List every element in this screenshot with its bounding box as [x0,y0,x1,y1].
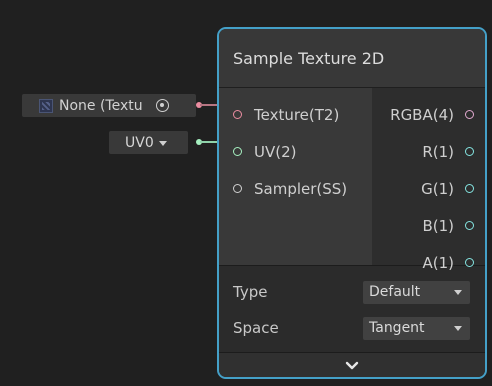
sample-texture-2d-node[interactable]: Sample Texture 2D Texture(T2) UV(2) Samp… [217,27,487,379]
output-port-a[interactable]: A(1) [372,244,485,281]
port-label: A(1) [422,253,454,272]
texture-value: None (Textu [59,97,143,114]
output-port-g[interactable]: G(1) [372,170,485,207]
port-connector-icon[interactable] [233,110,242,119]
port-connector-icon[interactable] [233,184,242,193]
output-port-b[interactable]: B(1) [372,207,485,244]
texture-input-field[interactable]: None (Textu [22,94,196,117]
port-label: RGBA(4) [390,105,454,124]
dropdown-arrow-icon [454,290,462,295]
space-label: Space [233,319,279,337]
texture-icon [39,98,53,113]
port-label: Texture(T2) [254,105,340,124]
port-label: R(1) [422,142,454,161]
input-port-texture[interactable]: Texture(T2) [219,96,372,133]
port-connector-icon[interactable] [233,147,242,156]
space-dropdown[interactable]: Tangent [363,316,470,340]
uv-channel-dropdown[interactable]: UV0 [109,131,188,154]
port-label: G(1) [421,179,454,198]
object-picker-button[interactable] [151,97,173,114]
chevron-down-icon [345,361,359,369]
output-port-rgba[interactable]: RGBA(4) [372,96,485,133]
port-connector-icon[interactable] [465,147,474,156]
space-row: Space Tangent [219,310,485,346]
object-picker-icon [155,99,169,112]
port-label: B(1) [422,216,454,235]
input-ports: Texture(T2) UV(2) Sampler(SS) [219,88,372,265]
collapse-preview-button[interactable] [219,352,485,377]
node-title[interactable]: Sample Texture 2D [219,29,485,87]
port-connector-icon[interactable] [465,184,474,193]
port-label: Sampler(SS) [254,179,348,198]
output-port-r[interactable]: R(1) [372,133,485,170]
input-port-sampler[interactable]: Sampler(SS) [219,170,372,207]
uv-channel-value: UV0 [125,134,154,151]
port-connector-icon[interactable] [465,110,474,119]
space-value: Tangent [369,320,425,336]
dropdown-arrow-icon [158,140,167,146]
type-value: Default [369,284,421,300]
port-connector-icon[interactable] [465,221,474,230]
node-ports: Texture(T2) UV(2) Sampler(SS) RGBA(4) R(… [219,87,485,272]
input-port-uv[interactable]: UV(2) [219,133,372,170]
type-label: Type [233,283,268,301]
dropdown-arrow-icon [454,326,462,331]
type-dropdown[interactable]: Default [363,280,470,304]
port-label: UV(2) [254,142,297,161]
port-connector-icon[interactable] [465,258,474,267]
output-ports: RGBA(4) R(1) G(1) B(1) A(1) [372,88,485,272]
